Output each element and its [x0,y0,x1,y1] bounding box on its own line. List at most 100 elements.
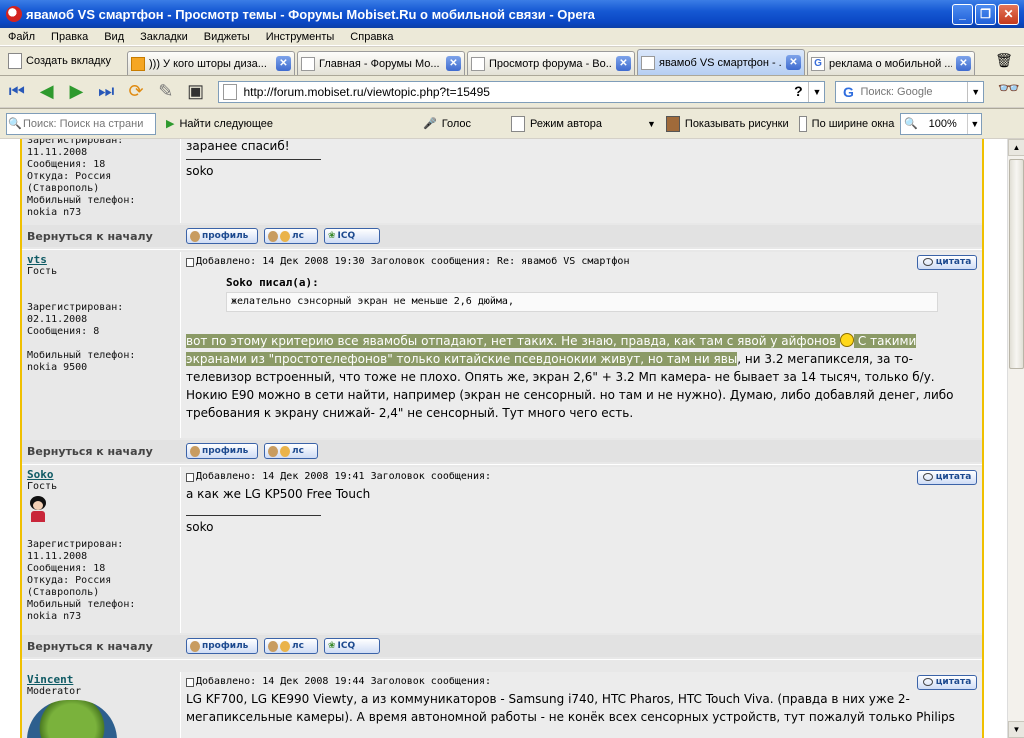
vertical-scrollbar[interactable]: ▲ ▼ [1007,139,1024,738]
icq-button[interactable]: ❀ ICQ [324,638,380,654]
close-tab-icon[interactable]: ✕ [786,55,801,70]
quote-bubble-icon [922,258,933,266]
author-location-city: (Ставрополь) [27,587,100,598]
post-meta: Добавлено: 14 Дек 2008 19:30 Заголовок с… [196,256,630,267]
tab-3[interactable]: Просмотр форума - Во... ✕ [467,51,635,75]
post-body: Добавлено: 14 Дек 2008 19:41 Заголовок с… [181,467,982,633]
minimize-button[interactable]: _ [952,3,973,25]
fit-width-button[interactable]: По ширине окна [798,115,894,132]
author-mode-button[interactable]: Режим автора ▼ [511,115,656,132]
author-phone-model: nokia n73 [27,611,82,622]
post-signature: soko [186,520,214,534]
search-dropdown-icon[interactable]: ▼ [967,81,983,102]
forward-arrow-icon[interactable]: ▶ [64,79,90,105]
quote-button[interactable]: цитата [917,254,977,270]
show-images-button[interactable]: Показывать рисунки [665,115,789,132]
quote-button[interactable]: цитата [917,674,977,690]
new-page-icon [8,53,22,69]
maximize-button[interactable]: ❐ [975,3,996,25]
close-tab-icon[interactable]: ✕ [616,56,631,71]
post-separator [22,249,982,250]
menu-help[interactable]: Справка [342,31,401,43]
page-favicon-icon [471,56,485,71]
post-text: LG KF700, LG KE990 Viewty, а из коммуник… [186,692,955,724]
reload-icon[interactable]: ⟳ [123,79,149,105]
icq-flower-icon: ❀ [328,231,336,241]
back-arrow-icon[interactable]: ◀ [34,79,60,105]
search-input[interactable] [860,85,968,98]
profile-button[interactable]: профиль [186,228,258,244]
menu-widgets[interactable]: Виджеты [196,31,258,43]
profile-button[interactable]: профиль [186,638,258,654]
menu-edit[interactable]: Правка [43,31,96,43]
post-author-info: vts Гость Зарегистрирован: 02.11.2008 Со… [22,252,181,438]
icq-button[interactable]: ❀ ICQ [324,228,380,244]
page-viewport: Зарегистрирован: 11.11.2008 Сообщения: 1… [0,139,1024,738]
quote-label: цитата [935,472,972,482]
close-tab-icon[interactable]: ✕ [446,56,461,71]
quote-button[interactable]: цитата [917,469,977,485]
author-registered-label: Зарегистрирован: [27,302,124,313]
tab-2[interactable]: Главная - Форумы Мо... ✕ [297,51,465,75]
voice-button[interactable]: 🎤 Голос [423,117,471,131]
url-dropdown-icon[interactable]: ▼ [808,81,824,102]
help-question-icon[interactable]: ? [788,83,808,101]
menu-file[interactable]: Файл [0,31,43,43]
trash-icon[interactable]: 🗑 [994,52,1014,72]
zoom-dropdown-icon[interactable]: ▼ [967,113,981,134]
post-actions-bar: Вернуться к началу профиль лс ❀ ICQ [22,225,982,247]
author-nickname[interactable]: Soko [27,469,175,481]
user-icon [268,445,278,457]
menu-tools[interactable]: Инструменты [258,31,343,43]
tab-label: Главная - Форумы Мо... [319,57,440,70]
user-icon [268,640,278,652]
back-to-top-link[interactable]: Вернуться к началу [22,230,181,243]
pm-button[interactable]: лс [264,638,318,654]
author-phone-label: Мобильный телефон: [27,350,136,361]
zoom-select[interactable]: 🔍 100% ▼ [900,112,983,135]
address-field[interactable]: http://forum.mobiset.ru/viewtopic.php?t=… [218,80,826,103]
scroll-down-icon[interactable]: ▼ [1008,721,1024,738]
chevron-down-icon[interactable]: ▼ [647,119,656,129]
fast-forward-icon[interactable]: ⏭ [93,79,119,105]
find-input[interactable] [23,117,151,130]
back-to-top-link[interactable]: Вернуться к началу [22,445,181,458]
search-field[interactable]: G ▼ [835,80,985,103]
tab-bar: Создать вкладку ))) У кого шторы диза...… [0,47,1024,75]
author-nickname[interactable]: Vincent [27,674,175,686]
glasses-icon[interactable]: 👓 [994,78,1024,106]
page-favicon-icon [641,55,655,70]
tab-1[interactable]: ))) У кого шторы диза... ✕ [127,51,295,75]
scroll-up-icon[interactable]: ▲ [1008,139,1024,156]
menu-view[interactable]: Вид [96,31,132,43]
rewind-icon[interactable]: ⏮ [4,79,30,105]
new-tab-button[interactable]: Создать вкладку [2,49,127,73]
close-window-button[interactable]: ✕ [998,3,1019,25]
back-to-top-link[interactable]: Вернуться к началу [22,640,181,653]
author-nickname[interactable]: vts [27,254,175,266]
quote-label: цитата [935,677,972,687]
post-row: Soko Гость Зарегистрирован: 11.11.2008 С… [22,467,982,633]
scroll-thumb[interactable] [1009,159,1024,369]
post-body: заранее спасиб! soko [181,139,982,223]
signature-divider [186,515,321,516]
home-icon[interactable]: ▣ [183,79,209,105]
tab-5[interactable]: G реклама о мобильной ... ✕ [807,51,975,75]
menu-bookmarks[interactable]: Закладки [132,31,196,43]
find-field[interactable]: 🔍 [6,112,156,135]
pm-button[interactable]: лс [264,228,318,244]
profile-button[interactable]: профиль [186,443,258,459]
author-registered-date: 02.11.2008 [27,314,88,325]
navigation-bar: ⏮ ◀ ▶ ⏭ ⟳ ✎ ▣ http://forum.mobiset.ru/vi… [0,75,1024,107]
post-document-icon [186,257,194,267]
edit-pencil-icon[interactable]: ✎ [153,79,179,105]
user-icon [190,230,200,242]
close-tab-icon[interactable]: ✕ [276,56,291,71]
tab-4-active[interactable]: явамоб VS смартфон - ... ✕ [637,49,805,75]
author-phone-label: Мобильный телефон: [27,195,136,206]
close-tab-icon[interactable]: ✕ [956,56,971,71]
pm-button[interactable]: лс [264,443,318,459]
play-arrow-icon: ▶ [166,118,175,130]
quote-label: цитата [935,257,972,267]
find-next-button[interactable]: ▶ Найти следующее [166,117,273,131]
